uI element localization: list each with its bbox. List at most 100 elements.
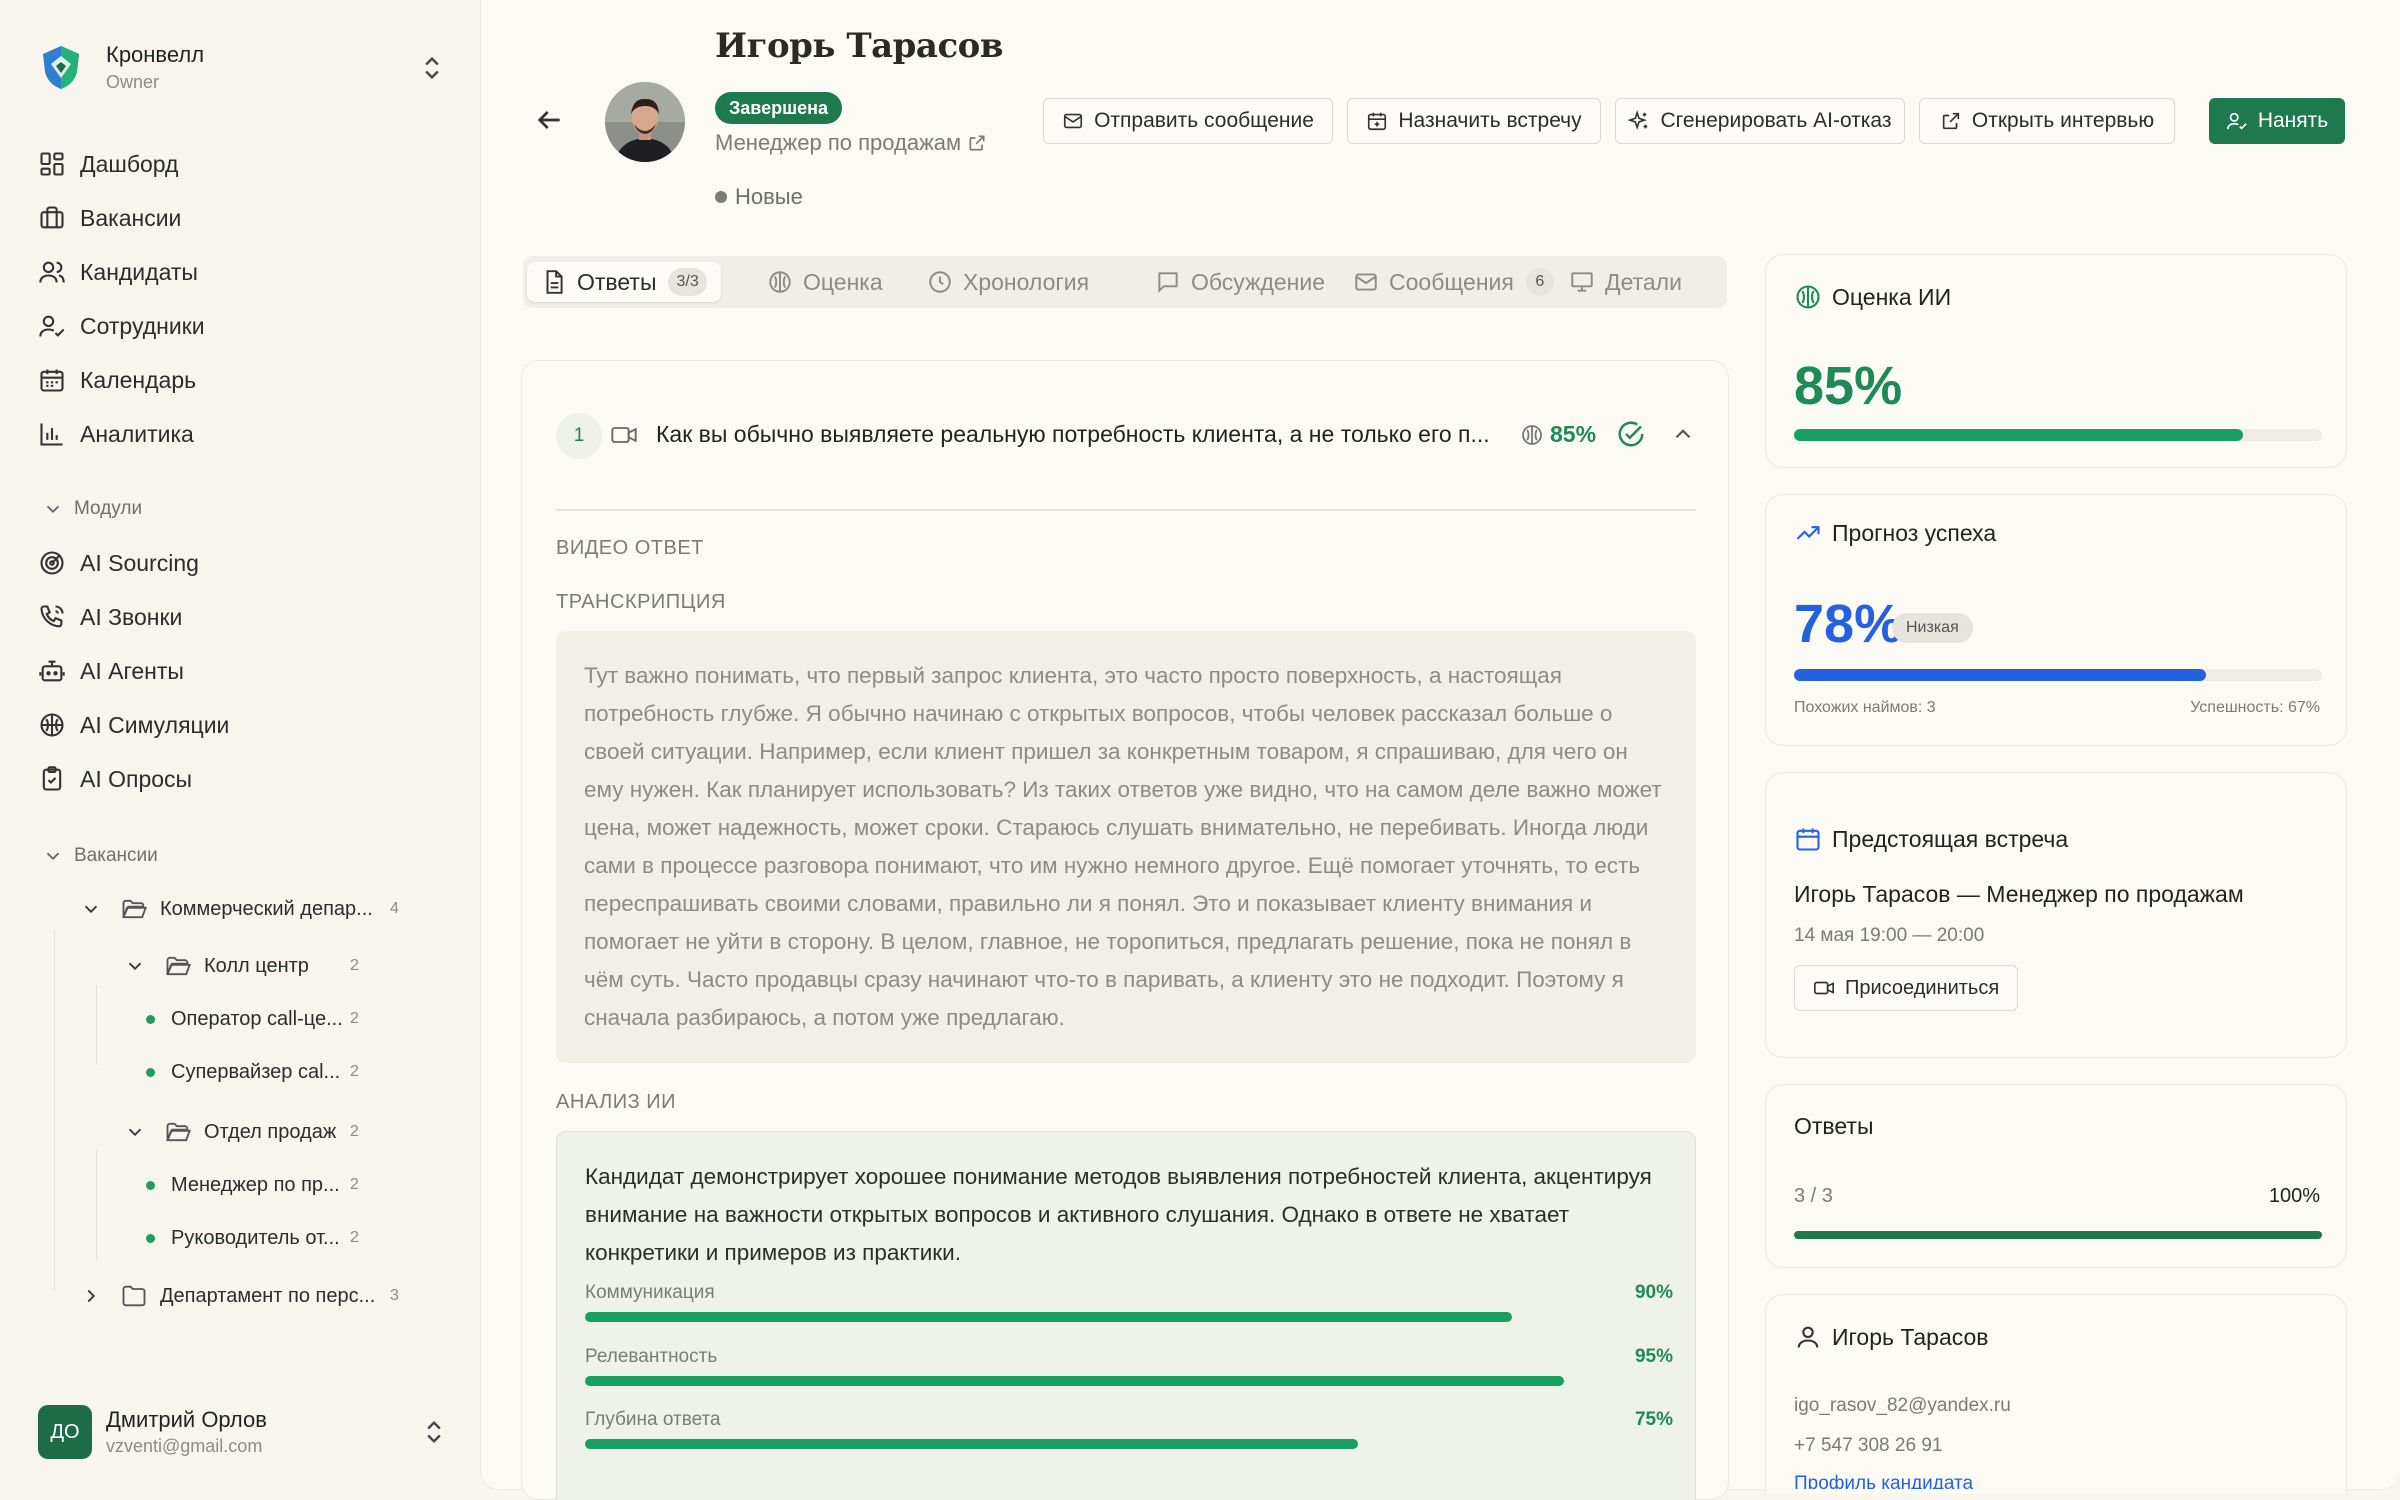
button-label: Отправить сообщение: [1094, 109, 1314, 132]
metric-label: Релевантность: [585, 1346, 718, 1367]
nav-calendar[interactable]: Календарь: [38, 358, 458, 402]
tab-timeline[interactable]: Хронология: [927, 262, 1089, 302]
status-dot: [146, 1014, 155, 1024]
org-logo-icon: [36, 42, 86, 92]
nav-ai-simulations[interactable]: AI Симуляции: [38, 703, 458, 747]
tab-label: Обсуждение: [1191, 268, 1326, 295]
card-title: Предстоящая встреча: [1832, 825, 2069, 852]
send-message-button[interactable]: Отправить сообщение: [1043, 98, 1333, 144]
briefcase-icon: [40, 206, 64, 229]
ai-score-card: Оценка ИИ 85%: [1765, 254, 2347, 468]
chevrons-updown-icon[interactable]: [418, 54, 446, 82]
mail-icon: [1355, 273, 1377, 291]
phone-icon: [40, 605, 64, 628]
metric-fill: [585, 1312, 1512, 1322]
clipboard-icon: [42, 766, 62, 791]
tree-count: 2: [350, 1176, 359, 1193]
metric-relevance: Релевантность 95%: [585, 1346, 1673, 1390]
folder-open-icon: [166, 1122, 192, 1142]
nav-ai-calls[interactable]: AI Звонки: [38, 595, 458, 639]
nav-ai-agents[interactable]: AI Агенты: [38, 649, 458, 693]
tree-guide-line: [96, 1150, 97, 1260]
brain-icon: [769, 271, 791, 293]
question-text[interactable]: Как вы обычно выявляете реальную потребн…: [656, 421, 1490, 448]
tree-label: Колл центр: [204, 954, 309, 977]
nav-employees[interactable]: Сотрудники: [38, 304, 458, 348]
message-square-icon: [1158, 272, 1178, 294]
tree-item-call-center[interactable]: Колл центр 2: [124, 948, 374, 984]
user-icon: [1797, 1326, 1819, 1348]
question-number: 1: [556, 413, 602, 459]
tab-evaluation[interactable]: Оценка: [767, 262, 883, 302]
target-icon: [40, 551, 64, 575]
tree-label: Отдел продаж: [204, 1120, 337, 1143]
folder-open-icon: [166, 956, 192, 976]
transcript-text: Тут важно понимать, что первый запрос кл…: [556, 631, 1696, 1063]
contact-phone[interactable]: +7 547 308 26 91: [1794, 1435, 1942, 1457]
chevron-down-icon: [46, 505, 60, 514]
open-interview-button[interactable]: Открыть интервью: [1919, 98, 2175, 144]
tree-label: Менеджер по пр...: [171, 1173, 340, 1196]
nav-ai-surveys[interactable]: AI Опросы: [38, 757, 458, 801]
metric-fill: [585, 1439, 1358, 1449]
tab-answers[interactable]: Ответы 3/3: [527, 262, 721, 302]
metric-value: 75%: [1634, 1409, 1673, 1430]
sparkles-icon: [1628, 110, 1648, 131]
tree-item-sales-manager[interactable]: Менеджер по пр... 2: [146, 1167, 374, 1203]
hire-button[interactable]: Нанять: [2209, 98, 2345, 144]
card-title: Ответы: [1794, 1113, 1874, 1139]
back-arrow-icon[interactable]: [533, 104, 565, 136]
pipeline-stage[interactable]: Новые: [715, 184, 803, 210]
metric-track: [585, 1312, 1615, 1322]
nav-vacancies[interactable]: Вакансии: [38, 196, 458, 240]
status-dot: [146, 1067, 155, 1077]
nav-label: Календарь: [80, 366, 197, 393]
chevron-down-icon: [128, 1128, 142, 1137]
card-header: Игорь Тарасов: [1794, 1323, 1989, 1351]
join-meeting-button[interactable]: Присоединиться: [1794, 965, 2019, 1011]
org-role: Owner: [106, 71, 160, 92]
ai-analysis-text: Кандидат демонстрирует хорошее понимание…: [585, 1164, 1652, 1265]
metric-fill: [585, 1376, 1564, 1386]
generate-ai-reject-button[interactable]: Сгенерировать AI-отказ: [1615, 98, 1905, 144]
answers-bar: [1794, 1231, 2322, 1239]
tree-item-call-supervisor[interactable]: Супервайзер cal... 2: [146, 1054, 374, 1090]
dashboard-icon: [40, 152, 64, 176]
nav-ai-sourcing[interactable]: AI Sourcing: [38, 541, 458, 585]
nav-analytics[interactable]: Аналитика: [38, 412, 458, 456]
tree-item-hr-dept[interactable]: Департамент по перс... 3: [80, 1278, 410, 1314]
tree-item-commercial-dept[interactable]: Коммерческий депар... 4: [80, 891, 410, 927]
tree-item-sales-head[interactable]: Руководитель от... 2: [146, 1220, 374, 1256]
card-title: Оценка ИИ: [1832, 283, 1952, 310]
brain-icon: [1522, 424, 1542, 445]
user-menu[interactable]: ДО Дмитрий Орлов vzventi@gmail.com: [38, 1400, 448, 1464]
card-title: Прогноз успеха: [1832, 519, 1997, 546]
chevrons-updown-icon[interactable]: [420, 1418, 448, 1446]
file-text-icon: [546, 270, 563, 294]
candidate-position-link[interactable]: Менеджер по продажам: [715, 130, 987, 156]
schedule-meeting-button[interactable]: Назначить встречу: [1347, 98, 1601, 144]
nav-label: Дашборд: [80, 150, 179, 177]
vacancies-section-toggle[interactable]: Вакансии: [42, 841, 158, 871]
forecast-level-badge: Низкая: [1892, 613, 1973, 643]
metric-value: 95%: [1634, 1346, 1673, 1367]
tab-discussion[interactable]: Обсуждение: [1155, 262, 1325, 302]
modules-section-toggle[interactable]: Модули: [42, 494, 142, 524]
nav-candidates[interactable]: Кандидаты: [38, 250, 458, 294]
org-switcher[interactable]: Кронвелл Owner: [36, 36, 446, 98]
tree-item-call-operator[interactable]: Оператор call-це... 2: [146, 1001, 374, 1037]
metric-track: [585, 1376, 1615, 1386]
tree-guide-line: [96, 985, 97, 1065]
candidate-profile-link[interactable]: Профиль кандидата: [1794, 1473, 1973, 1489]
chevron-up-icon[interactable]: [1670, 421, 1696, 447]
tab-details[interactable]: Детали: [1569, 262, 1682, 302]
metric-communication: Коммуникация 90%: [585, 1282, 1673, 1326]
video-icon: [1814, 981, 1834, 995]
tab-messages[interactable]: Сообщения 6: [1353, 262, 1554, 302]
score-value: 85%: [1550, 421, 1597, 447]
tree-item-sales-dept[interactable]: Отдел продаж 2: [124, 1114, 374, 1150]
metric-label: Глубина ответа: [585, 1409, 721, 1430]
contact-email[interactable]: igo_rasov_82@yandex.ru: [1794, 1395, 2011, 1417]
nav-dashboard[interactable]: Дашборд: [38, 142, 458, 186]
tree-count: 2: [350, 957, 359, 974]
